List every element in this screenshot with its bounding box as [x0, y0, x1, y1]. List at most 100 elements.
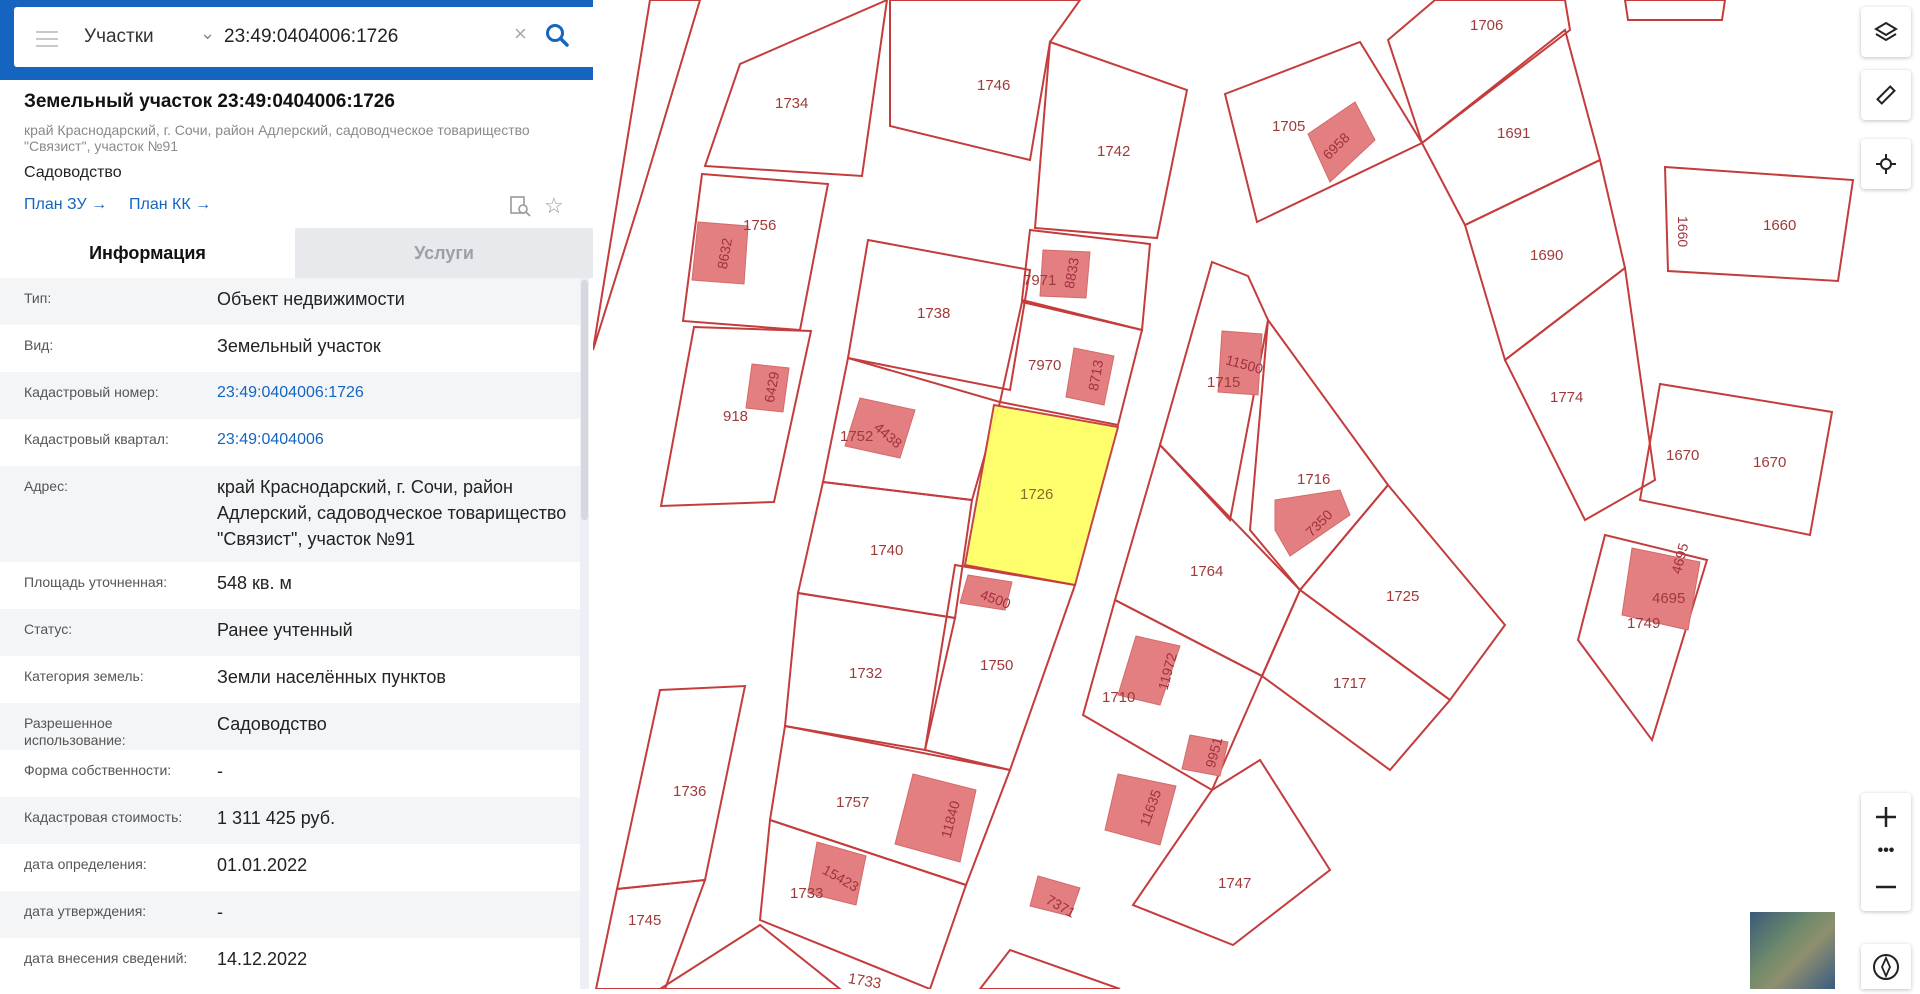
building-11840: [894, 773, 977, 863]
info-label: Разрешенное использование:: [24, 715, 126, 748]
label-1757: 1757: [836, 794, 869, 811]
favorite-star-icon[interactable]: ☆: [544, 193, 564, 219]
info-row-cadastral-value: Кадастровая стоимость: 1 311 425 руб.: [0, 797, 580, 844]
info-label: дата утверждения:: [24, 903, 147, 919]
layers-button[interactable]: [1861, 7, 1911, 57]
scrollbar-thumb[interactable]: [581, 280, 588, 520]
label-1774: 1774: [1550, 389, 1583, 406]
info-value: -: [217, 761, 223, 781]
label-7970: 7970: [1028, 357, 1061, 374]
info-row-date-entered: дата внесения сведений: 14.12.2022: [0, 938, 580, 985]
parcel-use: Садоводство: [24, 164, 122, 181]
info-value: 14.12.2022: [217, 949, 308, 969]
plot-top-right: [1623, 0, 1727, 21]
info-row-permitted-use: Разрешенное использование: Садоводство: [0, 703, 580, 750]
label-1660-v: 1660: [1675, 216, 1691, 247]
info-label: Площадь уточненная:: [24, 574, 168, 590]
info-value: Земельный участок: [217, 336, 381, 356]
clear-icon[interactable]: ×: [514, 21, 527, 47]
plot-1745: [594, 878, 707, 990]
plot-1742: [1033, 40, 1189, 240]
ruler-icon: [1876, 85, 1896, 105]
cadastral-quarter-link[interactable]: 23:49:0404006: [193, 415, 580, 463]
menu-icon[interactable]: [36, 31, 58, 52]
label-918: 918: [723, 408, 748, 425]
label-1670-a: 1670: [1666, 447, 1699, 464]
info-row-cadastral-number: Кадастровый номер: 23:49:0404006:1726: [0, 372, 580, 419]
label-1733-b: 1733: [847, 970, 883, 989]
label-1747: 1747: [1218, 875, 1251, 892]
plot-1734: [703, 0, 889, 178]
info-row-date-approved: дата утверждения: -: [0, 891, 580, 938]
label-1736: 1736: [673, 783, 706, 800]
compass-button[interactable]: [1861, 944, 1911, 989]
info-row-date-determined: дата определения: 01.01.2022: [0, 844, 580, 891]
panel-scrollbar[interactable]: [580, 278, 589, 989]
info-label: дата определения:: [24, 856, 147, 872]
layer-select[interactable]: Участки: [84, 26, 154, 48]
info-row-status: Статус: Ранее учтенный: [0, 609, 580, 656]
label-1732: 1732: [849, 665, 882, 682]
plot-1660: [1663, 165, 1855, 283]
map-canvas[interactable]: 1734 1746 1742 1706 1705 6958 1691 1660 …: [592, 0, 1920, 993]
label-1715: 1715: [1207, 374, 1240, 391]
info-row-type: Тип: Объект недвижимости: [0, 278, 580, 325]
label-1764: 1764: [1190, 563, 1223, 580]
label-1716: 1716: [1297, 471, 1330, 488]
label-1733: 1733: [790, 885, 823, 902]
zoom-out-button[interactable]: [1861, 863, 1911, 911]
search-icon[interactable]: [544, 22, 570, 53]
label-1742: 1742: [1097, 143, 1130, 160]
label-1750: 1750: [980, 657, 1013, 674]
zoom-control: •••: [1861, 793, 1911, 911]
info-value: Ранее учтенный: [217, 620, 353, 640]
search-input[interactable]: [222, 21, 496, 53]
info-value: Земли населённых пунктов: [217, 667, 446, 687]
info-value: 548 кв. м: [217, 573, 292, 593]
compass-icon: [1873, 953, 1899, 980]
parcel-address: край Краснодарский, г. Сочи, район Адлер…: [24, 122, 530, 154]
info-value: край Краснодарский, г. Сочи, район Адлер…: [217, 477, 567, 549]
plan-zu-link[interactable]: План ЗУ →: [24, 196, 107, 214]
cadastral-map[interactable]: 1734 1746 1742 1706 1705 6958 1691 1660 …: [592, 0, 1920, 993]
label-1705: 1705: [1272, 118, 1305, 135]
label-1740: 1740: [870, 542, 903, 559]
plus-icon: [1876, 807, 1896, 827]
collapse-panel-icon[interactable]: ‹: [590, 24, 597, 50]
info-label: Кадастровый квартал:: [24, 431, 169, 447]
plan-kk-link[interactable]: План КК →: [129, 196, 211, 214]
cadastral-number-link[interactable]: 23:49:0404006:1726: [193, 368, 580, 416]
info-row-ownership: Форма собственности: -: [0, 750, 580, 797]
minus-icon: [1876, 885, 1896, 889]
basemap-thumbnail[interactable]: [1750, 912, 1835, 989]
info-value: -: [217, 902, 223, 922]
plot-edge-left: [592, 0, 702, 351]
label-1726: 1726: [1020, 486, 1053, 503]
info-row-area: Площадь уточненная: 548 кв. м: [0, 562, 580, 609]
label-1738: 1738: [917, 305, 950, 322]
info-label: Адрес:: [24, 478, 68, 494]
plot-1757: [768, 724, 1012, 887]
info-value: Садоводство: [217, 714, 327, 734]
label-1756: 1756: [743, 217, 776, 234]
info-label: Кадастровый номер:: [24, 384, 159, 400]
ruler-button[interactable]: [1861, 70, 1911, 120]
tab-services[interactable]: Услуги: [295, 228, 593, 278]
label-1734: 1734: [775, 95, 808, 112]
label-1670-b: 1670: [1753, 454, 1786, 471]
locate-button[interactable]: [1861, 139, 1911, 189]
info-label: Тип:: [24, 290, 52, 306]
label-7971: 7971: [1023, 272, 1056, 289]
zoom-more[interactable]: •••: [1861, 841, 1911, 863]
info-row-kind: Вид: Земельный участок: [0, 325, 580, 372]
document-search-icon[interactable]: [509, 195, 531, 222]
label-1690: 1690: [1530, 247, 1563, 264]
info-value: 01.01.2022: [217, 855, 308, 875]
zoom-in-button[interactable]: [1861, 793, 1911, 841]
chevron-down-icon[interactable]: ⌄: [200, 23, 215, 44]
info-value: 1 311 425 руб.: [217, 808, 336, 828]
plot-1762-bottom: [977, 948, 1121, 990]
info-label: дата внесения сведений:: [24, 950, 188, 966]
tab-information[interactable]: Информация: [0, 228, 295, 278]
label-1706: 1706: [1470, 17, 1503, 34]
